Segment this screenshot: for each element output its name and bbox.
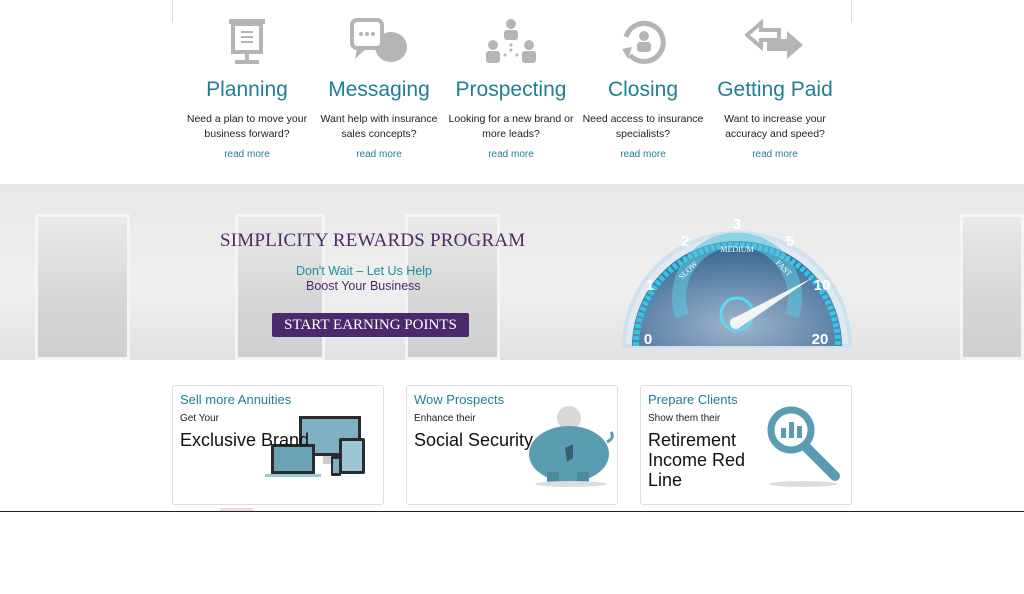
card-headline: Social Security	[414, 430, 534, 450]
gauge-tick: 3	[733, 216, 741, 233]
feature-desc: Want help with insurance sales concepts?	[320, 113, 438, 140]
gauge-tick: 1	[646, 277, 654, 294]
read-more-link[interactable]: read more	[709, 149, 841, 160]
feature-getting-paid: Getting Paid Want to increase your accur…	[709, 14, 841, 160]
card-annuities[interactable]: Sell more Annuities Get Your Exclusive B…	[172, 385, 384, 505]
feature-desc: Need a plan to move your business forwar…	[186, 113, 308, 140]
person-cycle-icon	[577, 14, 709, 70]
banner-tagline: Don't Wait – Let Us Help	[296, 264, 433, 278]
gauge-zone: MEDIUM	[720, 245, 753, 254]
banner-tagline-2: Boost Your Business	[306, 279, 421, 293]
features-row: Planning Need a plan to move your busine…	[181, 14, 841, 160]
gauge-tick: 0	[644, 331, 652, 348]
people-network-icon	[445, 14, 577, 70]
container-border-right	[851, 0, 852, 22]
presentation-board-icon	[181, 14, 313, 70]
feature-desc: Want to increase your accuracy and speed…	[724, 113, 826, 140]
feature-prospecting: Prospecting Looking for a new brand or m…	[445, 14, 577, 160]
gauge-tick: 2	[681, 233, 689, 250]
read-more-link[interactable]: read more	[445, 149, 577, 160]
feature-title: Planning	[206, 78, 288, 101]
card-social-security[interactable]: Wow Prospects Enhance their Social Secur…	[406, 385, 618, 505]
card-retirement[interactable]: Prepare Clients Show them their Retireme…	[640, 385, 852, 505]
tagline-rest: Your Business	[337, 279, 421, 293]
start-earning-points-button[interactable]: START EARNING POINTS	[272, 313, 469, 337]
container-border-left	[172, 0, 173, 22]
gauge-tick: 20	[812, 331, 829, 348]
gauge-tick: 5	[786, 233, 794, 250]
gauge-tick: 10	[814, 277, 831, 294]
divider	[0, 511, 1024, 512]
window-image	[960, 214, 1024, 360]
window-image	[35, 214, 130, 360]
exchange-arrows-icon	[709, 14, 841, 70]
speedometer-graphic: 0 1 2 3 5 10 20 SLOW MEDIUM FAST	[621, 216, 853, 348]
read-more-link[interactable]: read more	[577, 149, 709, 160]
rewards-banner[interactable]: SIMPLICITY REWARDS PROGRAM Don't Wait – …	[0, 184, 1024, 360]
card-headline: Exclusive Brand	[180, 430, 310, 450]
card-title: Sell more Annuities	[180, 392, 292, 407]
feature-desc: Looking for a new brand or more leads?	[448, 113, 574, 140]
feature-messaging: Messaging Want help with insurance sales…	[313, 14, 445, 160]
read-more-link[interactable]: read more	[181, 149, 313, 160]
magnifier-chart-icon	[767, 406, 840, 487]
card-headline: Retirement Income Red Line	[648, 430, 746, 490]
boost-word: Boost	[306, 279, 338, 293]
feature-planning: Planning Need a plan to move your busine…	[181, 14, 313, 160]
feature-title: Prospecting	[455, 78, 567, 101]
read-more-link[interactable]: read more	[313, 149, 445, 160]
banner-title: SIMPLICITY REWARDS PROGRAM	[220, 230, 526, 251]
chat-bubbles-icon	[313, 14, 445, 70]
feature-closing: Closing Need access to insurance special…	[577, 14, 709, 160]
feature-desc: Need access to insurance specialists?	[582, 113, 704, 140]
feature-title: Getting Paid	[717, 78, 833, 101]
feature-title: Closing	[607, 78, 679, 101]
feature-title: Messaging	[328, 78, 430, 101]
